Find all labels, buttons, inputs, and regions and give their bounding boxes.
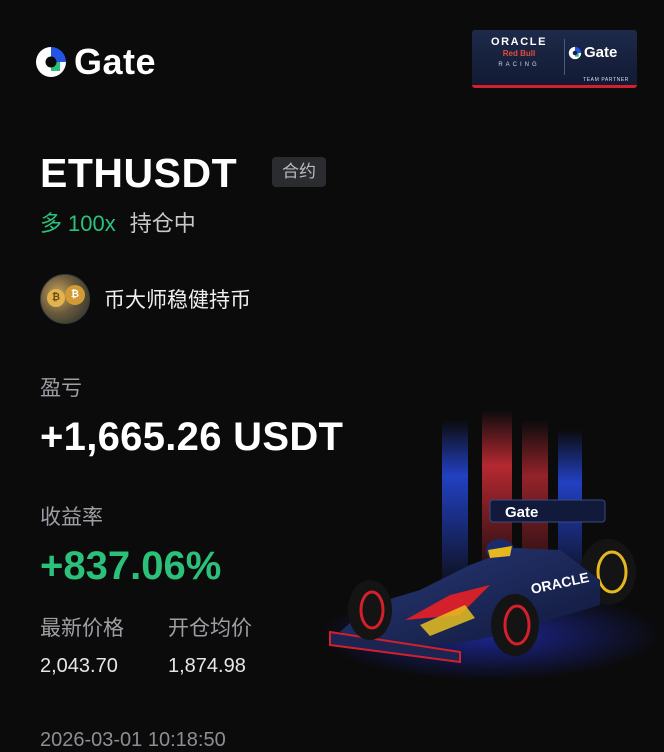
author: ₿ ₿ 币大师稳健持币 (40, 274, 251, 324)
leverage: 100x (68, 211, 116, 236)
wheel (348, 580, 392, 640)
sponsor-brand: Gate (584, 44, 618, 61)
coin-icon: ₿ (47, 289, 65, 307)
avatar: ₿ ₿ (40, 274, 90, 324)
f1-car-image: Gate ORACLE (320, 410, 660, 680)
pnl-label: 盈亏 (40, 377, 82, 400)
sponsor-line-redbull: Red Bull (502, 49, 536, 58)
position-side: 多 (40, 211, 63, 236)
light-beam (442, 420, 468, 580)
sponsor-gate-icon (568, 46, 582, 59)
sponsor-line-racing: RACING (498, 62, 540, 68)
entry-price-value: 1,874.98 (168, 655, 246, 677)
gate-logo-icon (36, 47, 66, 77)
sponsor-partner-label: TEAM PARTNER (583, 77, 629, 83)
contract-tag: 合约 (272, 157, 326, 187)
entry-price-label: 开仓均价 (168, 617, 252, 640)
wheel (491, 594, 539, 656)
share-card: Gate ORACLE Red Bull RACING Gate TEAM PA… (0, 0, 664, 752)
gate-brand: Gate (34, 44, 156, 80)
latest-price-value: 2,043.70 (40, 655, 118, 677)
pnl-value: +1,665.26 USDT (40, 415, 344, 459)
brand-name: Gate (74, 41, 157, 82)
sponsor-line-oracle: ORACLE (490, 36, 548, 48)
author-name: 币大师稳健持币 (104, 289, 251, 312)
timestamp: 2026-03-01 10:18:50 (40, 729, 226, 751)
sponsor-divider (564, 39, 565, 75)
coin-icon: ₿ (65, 285, 85, 305)
position-info: 多 100x 持仓中 (40, 210, 196, 238)
roi-label: 收益率 (40, 506, 103, 529)
trading-symbol: ETHUSDT (40, 150, 238, 196)
position-status: 持仓中 (129, 211, 196, 236)
roi-value: +837.06% (40, 544, 222, 588)
wing-text: Gate (505, 504, 538, 521)
latest-price-label: 最新价格 (40, 617, 124, 640)
sponsor-badge: ORACLE Red Bull RACING Gate TEAM PARTNER (472, 30, 637, 88)
